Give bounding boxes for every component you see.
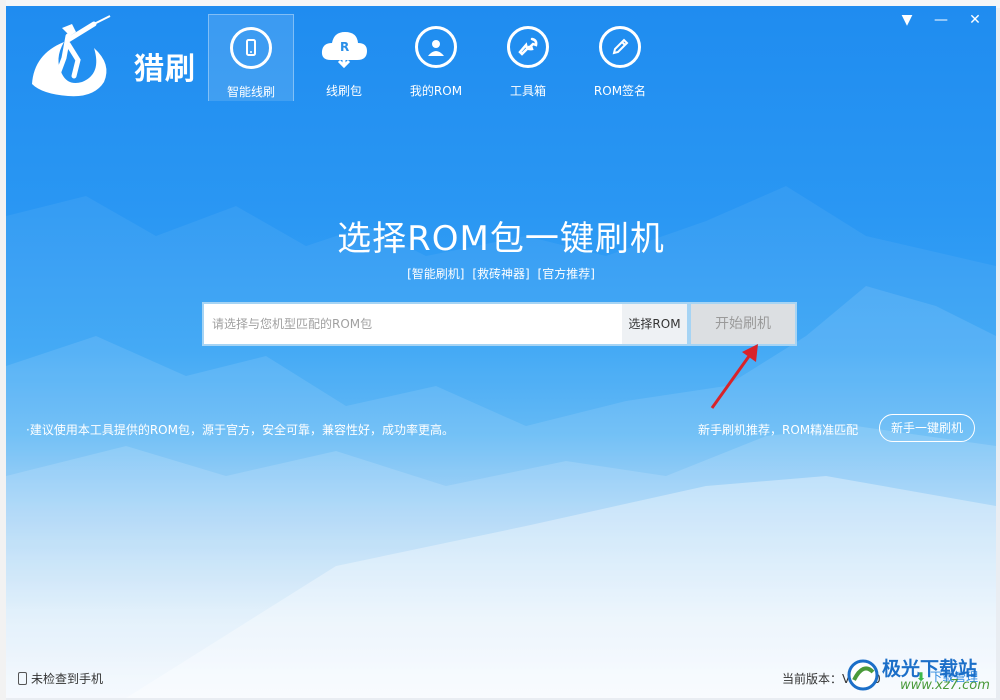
close-button[interactable]: ✕	[964, 10, 986, 30]
aurora-logo-icon	[847, 659, 879, 691]
hunter-logo-icon	[32, 15, 111, 97]
rom-select-box: 选择ROM	[202, 302, 689, 346]
start-flash-button[interactable]: 开始刷机	[689, 302, 797, 346]
tab-label: 线刷包	[325, 84, 362, 98]
phone-status-text: 未检查到手机	[31, 672, 104, 686]
pen-icon	[599, 26, 641, 68]
tab-my-rom[interactable]: 我的ROM	[394, 14, 478, 100]
tab-label: 智能线刷	[226, 85, 275, 99]
user-icon	[415, 26, 457, 68]
svg-text:R: R	[340, 40, 349, 54]
watermark-url: www.xz7.com	[900, 678, 990, 693]
app-window: 猎刷 智能线刷 R 线刷包 我的ROM 工具箱 ROM签名 ▼ — ✕ 选择RO…	[6, 6, 996, 698]
app-logo: 猎刷	[24, 14, 204, 98]
window-controls: ▼ — ✕	[896, 10, 986, 30]
minimize-button[interactable]: —	[930, 10, 952, 30]
mountain-background	[6, 186, 996, 698]
link-smart-flash[interactable]: [智能刷机]	[407, 267, 464, 281]
phone-status: 未检查到手机	[18, 670, 103, 687]
phone-icon	[18, 672, 27, 685]
watermark-title: 极光下载站	[882, 658, 978, 680]
main-nav: 智能线刷 R 线刷包 我的ROM 工具箱 ROM签名	[208, 14, 670, 101]
newbie-tip: 新手刷机推荐，ROM精准匹配	[698, 423, 859, 437]
newbie-flash-button[interactable]: 新手一键刷机	[879, 414, 975, 442]
quick-links: [智能刷机] [救砖神器] [官方推荐]	[6, 265, 996, 282]
rom-path-input[interactable]	[204, 304, 622, 344]
tab-flash-package[interactable]: R 线刷包	[302, 14, 386, 100]
cloud-download-icon: R	[319, 26, 369, 68]
tab-label: 我的ROM	[409, 84, 463, 98]
link-official-recommend[interactable]: [官方推荐]	[538, 267, 595, 281]
tab-label: ROM签名	[593, 84, 647, 98]
site-watermark: 极光下载站 www.xz7.com	[846, 652, 996, 698]
menu-dropdown-icon[interactable]: ▼	[896, 10, 918, 30]
tab-label: 工具箱	[509, 84, 546, 98]
select-rom-button[interactable]: 选择ROM	[622, 304, 687, 344]
app-name: 猎刷	[134, 52, 196, 87]
recommend-tip: ·建议使用本工具提供的ROM包，源于官方，安全可靠，兼容性好，成功率更高。	[26, 423, 454, 437]
wrench-icon	[507, 26, 549, 68]
link-brick-rescue[interactable]: [救砖神器]	[472, 267, 529, 281]
version-label: 当前版本：	[782, 672, 843, 686]
page-title: 选择ROM包一键刷机	[337, 219, 665, 259]
tab-smart-flash[interactable]: 智能线刷	[208, 14, 294, 101]
tab-rom-sign[interactable]: ROM签名	[578, 14, 662, 100]
tab-toolbox[interactable]: 工具箱	[486, 14, 570, 100]
red-arrow-annotation	[710, 344, 758, 409]
phone-refresh-icon	[230, 27, 272, 69]
